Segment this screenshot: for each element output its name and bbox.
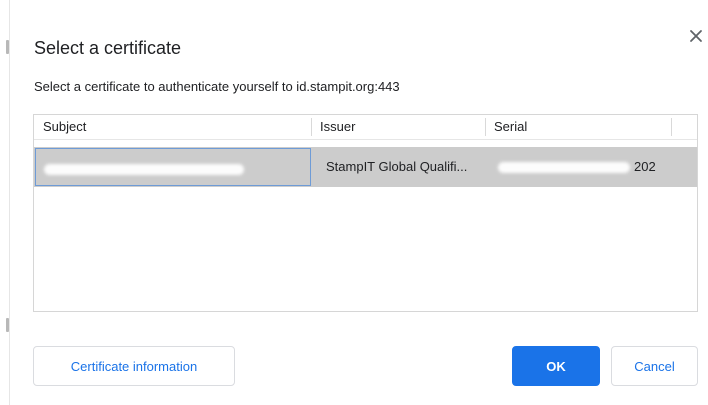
dialog-subtitle: Select a certificate to authenticate you… bbox=[34, 79, 400, 94]
serial-visible-text: 202 bbox=[634, 159, 656, 174]
background-window-edge bbox=[0, 0, 10, 405]
cell-subject bbox=[35, 148, 311, 186]
close-icon bbox=[690, 30, 702, 42]
table-row-selected[interactable]: StampIT Global Qualifi... 202 bbox=[34, 147, 697, 187]
certificate-table: Subject Issuer Serial StampIT Global Qua… bbox=[33, 114, 698, 312]
window-edge-marker bbox=[6, 318, 9, 332]
ok-button[interactable]: OK bbox=[512, 346, 600, 386]
redacted-serial bbox=[498, 162, 630, 173]
redacted-subject bbox=[44, 164, 244, 175]
column-divider[interactable] bbox=[671, 118, 672, 136]
table-header: Subject Issuer Serial bbox=[34, 115, 697, 140]
cell-serial: 202 bbox=[494, 147, 674, 187]
cancel-button[interactable]: Cancel bbox=[611, 346, 698, 386]
dialog-title: Select a certificate bbox=[34, 38, 182, 58]
certificate-information-button[interactable]: Certificate information bbox=[33, 346, 235, 386]
column-header-serial[interactable]: Serial bbox=[485, 115, 671, 139]
cell-issuer: StampIT Global Qualifi... bbox=[326, 159, 468, 174]
page: Select a certificate Select a certificat… bbox=[0, 0, 708, 405]
column-header-subject[interactable]: Subject bbox=[34, 115, 311, 139]
certificate-dialog: Select a certificate Select a certificat… bbox=[10, 8, 708, 405]
close-button[interactable] bbox=[686, 26, 706, 46]
window-edge-marker bbox=[6, 40, 9, 54]
column-header-issuer[interactable]: Issuer bbox=[311, 115, 485, 139]
